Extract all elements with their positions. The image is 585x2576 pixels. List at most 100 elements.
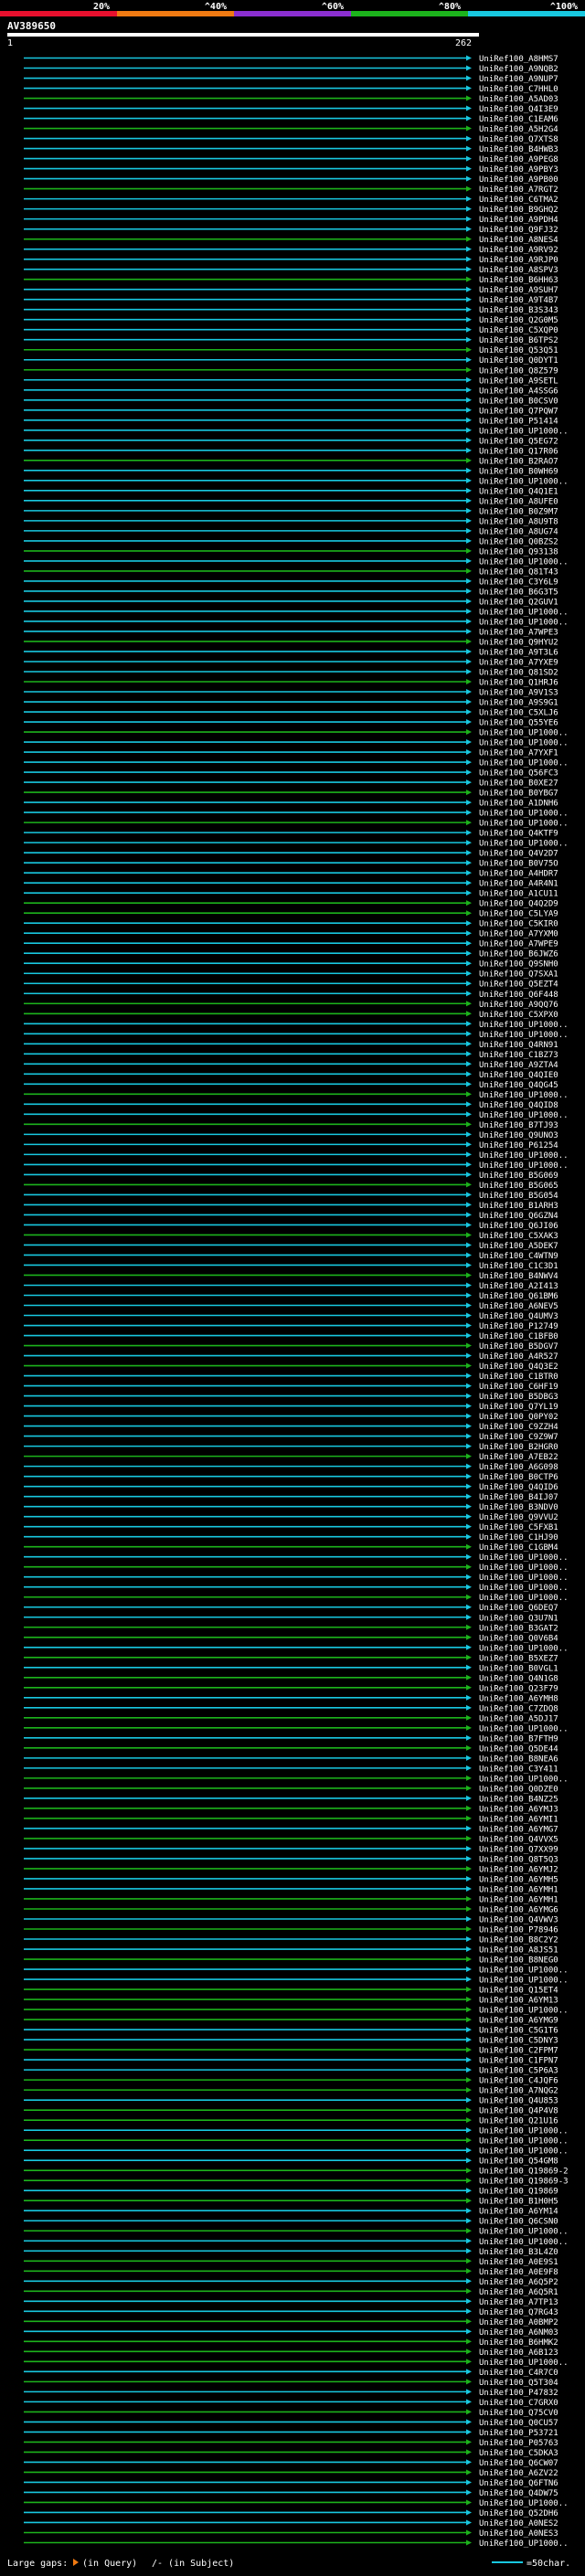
hit-label[interactable]: UniRef100_B4HWB3: [479, 145, 558, 154]
hit-label[interactable]: UniRef100_UP1000..: [479, 820, 569, 829]
hit-label[interactable]: UniRef100_A8HMS7: [479, 55, 558, 64]
hit-label[interactable]: UniRef100_B0V75O: [479, 860, 558, 869]
hit-label[interactable]: UniRef100_UP1000..: [479, 557, 569, 567]
hit-label[interactable]: UniRef100_A9PEG8: [479, 155, 558, 164]
hit-label[interactable]: UniRef100_Q0PY02: [479, 1413, 558, 1422]
hit-label[interactable]: UniRef100_C5XPX0: [479, 1011, 558, 1020]
hit-label[interactable]: UniRef100_A7YXM0: [479, 930, 558, 939]
hit-label[interactable]: UniRef100_A7WPE3: [479, 628, 558, 637]
hit-label[interactable]: UniRef100_Q7RG43: [479, 2308, 558, 2317]
hit-label[interactable]: UniRef100_A6ZV22: [479, 2469, 558, 2478]
hit-label[interactable]: UniRef100_B5DGV7: [479, 1342, 558, 1352]
hit-label[interactable]: UniRef100_Q23F79: [479, 1684, 558, 1693]
hit-label[interactable]: UniRef100_A0NES2: [479, 2519, 558, 2528]
hit-label[interactable]: UniRef100_A7WPE9: [479, 940, 558, 949]
hit-label[interactable]: UniRef100_Q5EZT4: [479, 981, 558, 990]
hit-label[interactable]: UniRef100_Q4QIE0: [479, 1071, 558, 1080]
hit-label[interactable]: UniRef100_Q8Z579: [479, 366, 558, 376]
hit-label[interactable]: UniRef100_UP1000..: [479, 2127, 569, 2136]
hit-label[interactable]: UniRef100_A7NQG2: [479, 2087, 558, 2096]
hit-label[interactable]: UniRef100_B8C2Y2: [479, 1936, 558, 1945]
hit-label[interactable]: UniRef100_C7HHL0: [479, 85, 558, 94]
hit-label[interactable]: UniRef100_UP1000..: [479, 1594, 569, 1603]
hit-label[interactable]: UniRef100_B0WH69: [479, 467, 558, 476]
hit-label[interactable]: UniRef100_B7TJ93: [479, 1121, 558, 1130]
hit-label[interactable]: UniRef100_UP1000..: [479, 2359, 569, 2368]
hit-label[interactable]: UniRef100_B0CTP6: [479, 1473, 558, 1482]
hit-label[interactable]: UniRef100_C4JQF6: [479, 2077, 558, 2086]
hit-label[interactable]: UniRef100_Q54GM8: [479, 2157, 558, 2167]
hit-label[interactable]: UniRef100_Q4QG45: [479, 1081, 558, 1090]
hit-label[interactable]: UniRef100_Q4VVX5: [479, 1835, 558, 1844]
hit-label[interactable]: UniRef100_Q8T5Q3: [479, 1855, 558, 1864]
hit-label[interactable]: UniRef100_UP1000..: [479, 608, 569, 617]
hit-label[interactable]: UniRef100_Q2GUV1: [479, 598, 558, 607]
hit-label[interactable]: UniRef100_Q6GZN4: [479, 1212, 558, 1221]
hit-label[interactable]: UniRef100_Q61BM6: [479, 1292, 558, 1301]
hit-label[interactable]: UniRef100_Q52DH6: [479, 2509, 558, 2518]
hit-label[interactable]: UniRef100_C9Z9W7: [479, 1433, 558, 1442]
hit-label[interactable]: UniRef100_B4IJ07: [479, 1493, 558, 1502]
hit-label[interactable]: UniRef100_C5XQP0: [479, 326, 558, 335]
hit-label[interactable]: UniRef100_B3NDV0: [479, 1503, 558, 1512]
hit-label[interactable]: UniRef100_UP1000..: [479, 739, 569, 748]
hit-label[interactable]: UniRef100_Q5EG72: [479, 437, 558, 446]
hit-label[interactable]: UniRef100_C1HJ90: [479, 1533, 558, 1542]
hit-label[interactable]: UniRef100_B0Z9M7: [479, 507, 558, 516]
hit-label[interactable]: UniRef100_UP1000..: [479, 1031, 569, 1040]
hit-label[interactable]: UniRef100_Q6CW07: [479, 2459, 558, 2468]
hit-label[interactable]: UniRef100_Q7XTS8: [479, 135, 558, 144]
hit-label[interactable]: UniRef100_A9V1S3: [479, 689, 558, 698]
hit-label[interactable]: UniRef100_A7YXE9: [479, 658, 558, 667]
hit-label[interactable]: UniRef100_C1GBM4: [479, 1543, 558, 1553]
hit-label[interactable]: UniRef100_A4SSG6: [479, 387, 558, 396]
hit-label[interactable]: UniRef100_Q2G0M5: [479, 316, 558, 325]
hit-label[interactable]: UniRef100_C5G1T6: [479, 2027, 558, 2036]
hit-label[interactable]: UniRef100_B1ARH3: [479, 1202, 558, 1211]
hit-label[interactable]: UniRef100_B7FTH9: [479, 1734, 558, 1744]
hit-label[interactable]: UniRef100_UP1000..: [479, 1644, 569, 1653]
hit-label[interactable]: UniRef100_A6YM14: [479, 2208, 558, 2217]
hit-label[interactable]: UniRef100_UP1000..: [479, 427, 569, 436]
hit-label[interactable]: UniRef100_B0XE27: [479, 779, 558, 789]
hit-label[interactable]: UniRef100_A6Q5R1: [479, 2288, 558, 2297]
hit-label[interactable]: UniRef100_A9T3L6: [479, 648, 558, 657]
hit-label[interactable]: UniRef100_C7GRX0: [479, 2399, 558, 2408]
hit-label[interactable]: UniRef100_B3GAT2: [479, 1624, 558, 1633]
hit-label[interactable]: UniRef100_Q4Q3E2: [479, 1362, 558, 1372]
hit-label[interactable]: UniRef100_A2I413: [479, 1282, 558, 1291]
hit-label[interactable]: UniRef100_UP1000..: [479, 1151, 569, 1161]
hit-label[interactable]: UniRef100_B3L4Z0: [479, 2248, 558, 2257]
hit-label[interactable]: UniRef100_C5KIR0: [479, 920, 558, 929]
hit-label[interactable]: UniRef100_Q4VWV3: [479, 1915, 558, 1924]
hit-label[interactable]: UniRef100_Q4QID6: [479, 1483, 558, 1492]
hit-label[interactable]: UniRef100_B8NEG0: [479, 1956, 558, 1966]
hit-label[interactable]: UniRef100_A9PB00: [479, 175, 558, 185]
hit-label[interactable]: UniRef100_A8UG74: [479, 527, 558, 536]
hit-label[interactable]: UniRef100_B6G3T5: [479, 588, 558, 597]
hit-label[interactable]: UniRef100_A0BMP2: [479, 2318, 558, 2327]
hit-label[interactable]: UniRef100_A5H2G4: [479, 125, 558, 134]
hit-label[interactable]: UniRef100_Q4Q1E1: [479, 487, 558, 496]
hit-label[interactable]: UniRef100_Q4Q2D9: [479, 900, 558, 909]
hit-label[interactable]: UniRef100_A4R4N1: [479, 880, 558, 889]
hit-label[interactable]: UniRef100_UP1000..: [479, 1161, 569, 1171]
hit-label[interactable]: UniRef100_Q4QID8: [479, 1101, 558, 1110]
hit-label[interactable]: UniRef100_A9S9G1: [479, 699, 558, 708]
hit-label[interactable]: UniRef100_Q93138: [479, 547, 558, 557]
hit-label[interactable]: UniRef100_Q0BZS2: [479, 537, 558, 546]
hit-label[interactable]: UniRef100_A8NES4: [479, 236, 558, 245]
hit-label[interactable]: UniRef100_UP1000..: [479, 2539, 569, 2549]
hit-label[interactable]: UniRef100_A8JS51: [479, 1946, 558, 1956]
hit-label[interactable]: UniRef100_C1BZ73: [479, 1051, 558, 1060]
hit-label[interactable]: UniRef100_C1C3D1: [479, 1262, 558, 1271]
hit-label[interactable]: UniRef100_Q56FC3: [479, 769, 558, 779]
hit-label[interactable]: UniRef100_UP1000..: [479, 1775, 569, 1784]
hit-label[interactable]: UniRef100_Q9UNO3: [479, 1131, 558, 1140]
hit-label[interactable]: UniRef100_B0YBG7: [479, 790, 558, 799]
hit-label[interactable]: UniRef100_C5DNY3: [479, 2037, 558, 2046]
hit-label[interactable]: UniRef100_P53721: [479, 2429, 558, 2438]
hit-label[interactable]: UniRef100_C1BTR0: [479, 1373, 558, 1382]
hit-label[interactable]: UniRef100_UP1000..: [479, 1111, 569, 1120]
hit-label[interactable]: UniRef100_A6NEV5: [479, 1302, 558, 1311]
